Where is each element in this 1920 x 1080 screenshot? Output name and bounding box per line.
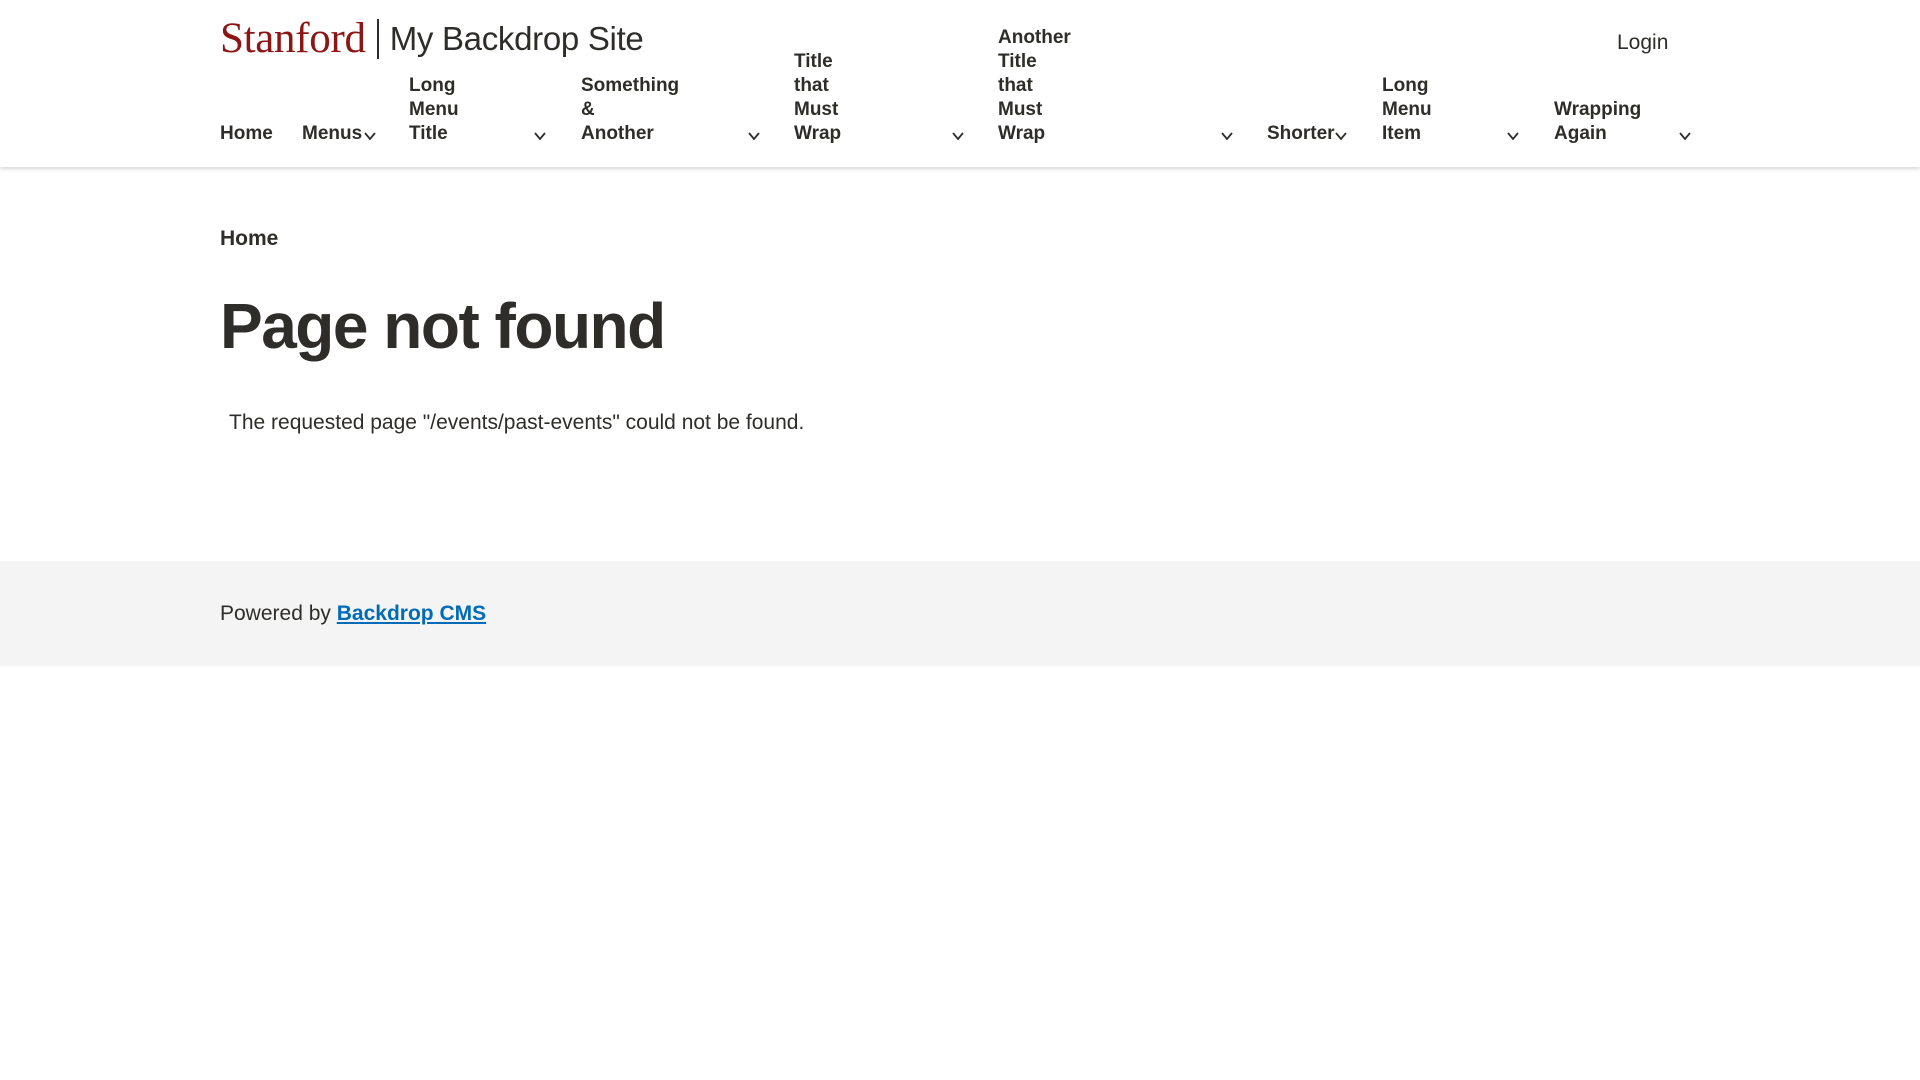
nav-item-something-another[interactable]: Something & Another [581,75,760,146]
site-name-link[interactable]: My Backdrop Site [390,18,644,60]
powered-by-label: Powered by [220,602,331,625]
nav-item-wrapping-again[interactable]: Wrapping Again [1554,96,1691,146]
nav-item-label: Another Title that Must Wrap [998,27,1071,144]
chevron-down-icon[interactable] [1678,130,1692,142]
footer-text: Powered by Backdrop CMS [220,600,486,628]
nav-item-home[interactable]: Home [220,96,273,146]
nav-item-label: Shorter [1267,123,1335,144]
backdrop-cms-link[interactable]: Backdrop CMS [337,602,486,625]
login-link[interactable]: Login [1617,30,1668,56]
nav-item-label: Wrapping Again [1554,99,1642,144]
chevron-down-icon[interactable] [747,130,761,142]
nav-item-label: Home [220,123,273,144]
chevron-down-icon[interactable] [1506,130,1520,142]
nav-item-shorter[interactable]: Shorter [1267,96,1347,146]
nav-item-label: Something & Another [581,75,680,144]
stanford-wordmark[interactable]: Stanford [220,17,366,60]
breadcrumb-home[interactable]: Home [220,226,278,252]
not-found-message: The requested page "/events/past-events"… [229,411,805,434]
page-title: Page not found [220,290,666,362]
nav-item-title-that-must-wrap[interactable]: Title that Must Wrap [794,51,964,146]
chevron-down-icon[interactable] [951,130,965,142]
nav-item-label: Title that Must Wrap [794,51,842,144]
nav-item-long-menu-item[interactable]: Long Menu Item [1382,75,1519,146]
nav-item-long-menu-title[interactable]: Long Menu Title [409,75,546,146]
nav-item-label: Long Menu Item [1382,75,1432,144]
brand: Stanford My Backdrop Site [220,17,644,60]
nav-item-label: Menus [302,123,363,144]
chevron-down-icon[interactable] [1220,130,1234,142]
nav-item-label: Long Menu Title [409,75,459,144]
site-header: Stanford My Backdrop Site Login Home Men… [0,0,1920,167]
nav-item-another-title-that-must-wrap[interactable]: Another Title that Must Wrap [998,27,1233,146]
site-footer: Powered by Backdrop CMS [0,561,1920,666]
brand-divider [376,19,379,59]
page: Stanford My Backdrop Site Login Home Men… [0,0,1920,1080]
nav-item-menus[interactable]: Menus [302,96,376,146]
chevron-down-icon[interactable] [1334,130,1348,142]
chevron-down-icon[interactable] [363,130,377,142]
chevron-down-icon[interactable] [533,130,547,142]
